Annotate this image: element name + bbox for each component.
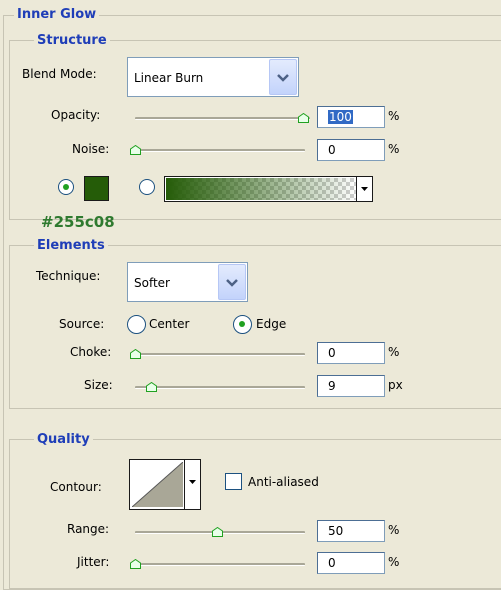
blend-mode-label: Blend Mode: — [22, 67, 97, 81]
radio-selected-dot — [239, 321, 245, 327]
noise-input[interactable]: 0 — [317, 139, 385, 161]
source-label: Source: — [59, 317, 105, 331]
jitter-value: 0 — [328, 556, 336, 570]
structure-title: Structure — [34, 33, 110, 49]
inner-glow-title: Inner Glow — [14, 7, 100, 23]
blend-mode-value: Linear Burn — [134, 71, 204, 85]
noise-unit: % — [388, 142, 400, 156]
size-unit: px — [388, 378, 403, 392]
contour-picker[interactable] — [129, 459, 201, 510]
choke-slider-thumb-icon[interactable] — [130, 349, 141, 359]
source-edge-radio[interactable] — [233, 315, 252, 334]
contour-label: Contour: — [50, 480, 102, 494]
range-unit: % — [388, 523, 400, 537]
blend-mode-select[interactable]: Linear Burn — [127, 57, 299, 97]
opacity-slider-track[interactable] — [135, 117, 310, 120]
size-slider-track[interactable] — [135, 386, 305, 389]
gradient-picker[interactable] — [164, 176, 373, 202]
source-edge-label: Edge — [256, 317, 287, 331]
blend-mode-dropdown-button[interactable] — [269, 59, 297, 95]
chevron-down-icon — [226, 279, 238, 287]
noise-value: 0 — [328, 143, 336, 157]
jitter-unit: % — [388, 555, 400, 569]
range-slider-thumb-icon[interactable] — [212, 527, 223, 537]
gradient-preview — [166, 178, 357, 200]
technique-label: Technique: — [36, 269, 101, 283]
opacity-label: Opacity: — [51, 108, 101, 122]
caret-down-icon — [189, 480, 196, 484]
technique-select[interactable]: Softer — [127, 262, 248, 302]
noise-slider-thumb-icon[interactable] — [130, 145, 141, 155]
size-label: Size: — [84, 378, 113, 392]
technique-value: Softer — [134, 276, 170, 290]
opacity-input[interactable]: 100 — [317, 106, 385, 128]
jitter-input[interactable]: 0 — [317, 552, 385, 574]
range-value: 50 — [328, 524, 344, 538]
source-center-label: Center — [149, 317, 190, 331]
size-input[interactable]: 9 — [317, 375, 385, 397]
size-slider-thumb-icon[interactable] — [146, 382, 157, 392]
technique-dropdown-button[interactable] — [218, 264, 246, 300]
noise-label: Noise: — [72, 142, 110, 156]
anti-aliased-checkbox[interactable] — [225, 473, 242, 490]
quality-title: Quality — [34, 432, 93, 448]
choke-slider-track[interactable] — [135, 353, 305, 356]
jitter-label: Jitter: — [77, 555, 110, 569]
anti-aliased-label: Anti-aliased — [248, 475, 319, 489]
color-hex-caption: #255c08 — [41, 213, 115, 231]
gradient-radio[interactable] — [139, 179, 155, 195]
choke-unit: % — [388, 345, 400, 359]
chevron-down-icon — [277, 74, 289, 82]
contour-preview — [132, 462, 183, 507]
caret-down-icon — [361, 187, 368, 191]
choke-value: 0 — [328, 346, 336, 360]
opacity-slider-thumb-icon[interactable] — [298, 113, 309, 123]
choke-input[interactable]: 0 — [317, 342, 385, 364]
range-label: Range: — [67, 522, 110, 536]
source-center-radio[interactable] — [127, 315, 146, 334]
solid-color-radio[interactable] — [58, 179, 74, 195]
radio-selected-dot — [63, 184, 69, 190]
elements-title: Elements — [34, 238, 108, 254]
gradient-dropdown-button[interactable] — [356, 177, 372, 201]
range-input[interactable]: 50 — [317, 520, 385, 542]
jitter-slider-track[interactable] — [135, 563, 305, 566]
color-swatch[interactable] — [84, 176, 109, 201]
contour-dropdown-button[interactable] — [184, 460, 200, 509]
opacity-unit: % — [388, 109, 400, 123]
jitter-slider-thumb-icon[interactable] — [130, 559, 141, 569]
noise-slider-track[interactable] — [135, 149, 305, 152]
opacity-value: 100 — [328, 110, 353, 124]
choke-label: Choke: — [70, 345, 112, 359]
size-value: 9 — [328, 379, 336, 393]
